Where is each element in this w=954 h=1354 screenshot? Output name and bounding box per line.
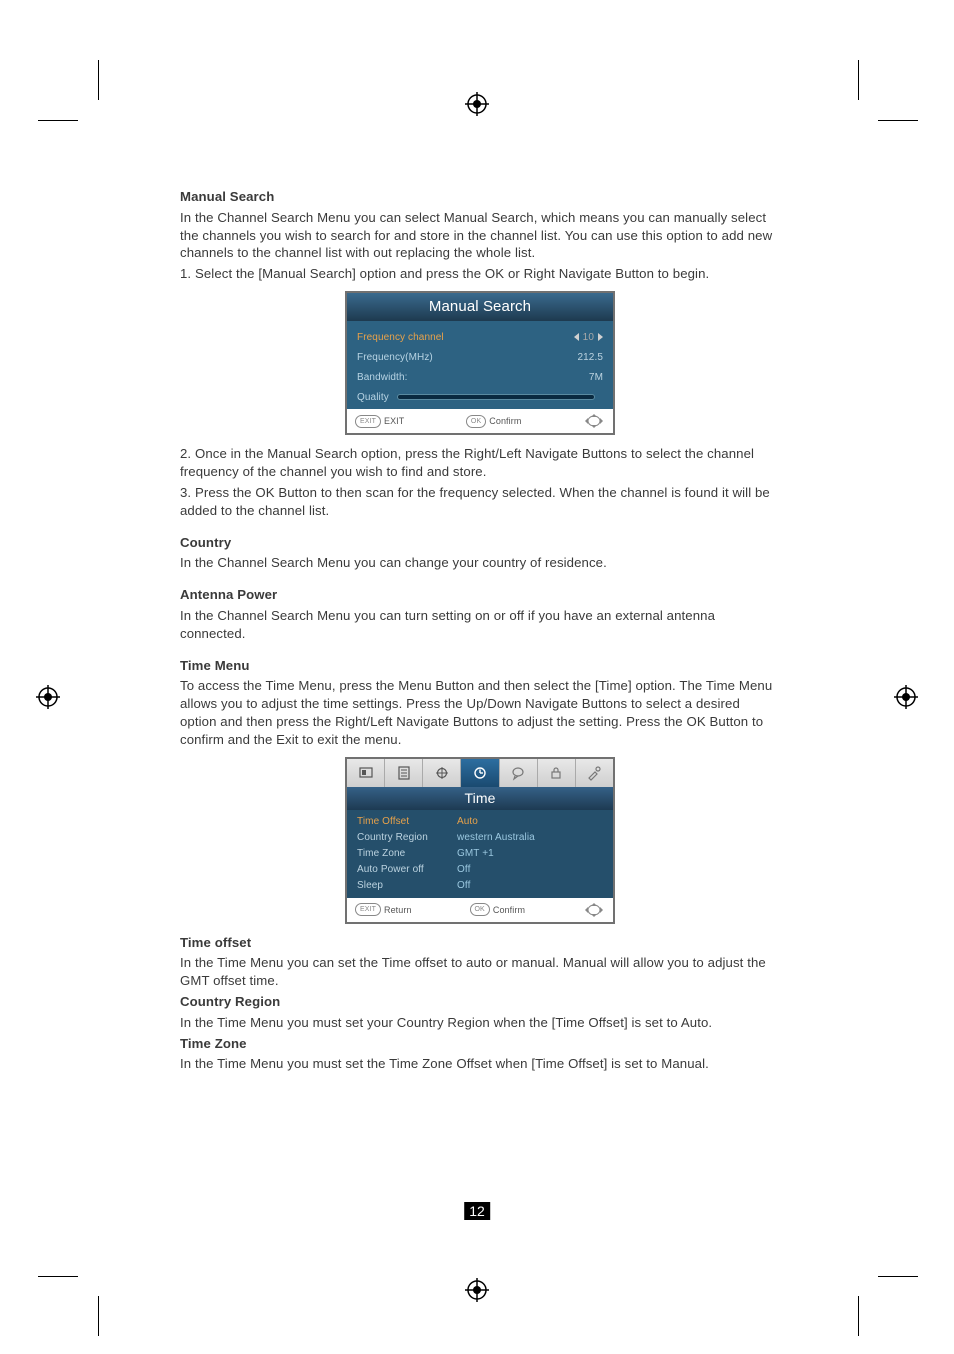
- osd-row-quality: Quality: [357, 387, 603, 407]
- heading-antenna-power: Antenna Power: [180, 586, 780, 604]
- osd-return-hint: EXIT Return: [355, 903, 412, 916]
- dpad-icon: [583, 902, 605, 918]
- paragraph: 3. Press the OK Button to then scan for …: [180, 484, 780, 520]
- heading-time-zone: Time Zone: [180, 1035, 780, 1053]
- exit-button-icon: EXIT: [355, 415, 381, 428]
- tab-setup: [576, 759, 613, 787]
- osd-label: Time Zone: [357, 847, 457, 861]
- paragraph: To access the Time Menu, press the Menu …: [180, 677, 780, 748]
- registration-mark-icon: [36, 685, 60, 709]
- tab-language: [500, 759, 538, 787]
- crop-mark: [98, 60, 99, 100]
- osd-confirm-hint: OK Confirm: [466, 415, 522, 428]
- triangle-right-icon: [598, 333, 603, 341]
- osd-row-time-offset: Time Offset Auto: [357, 814, 603, 830]
- osd-body: Frequency channel 10 Frequency(MHz) 212.…: [347, 321, 613, 409]
- osd-row-auto-power-off: Auto Power off Off: [357, 862, 603, 878]
- osd-exit-hint: EXIT EXIT: [355, 415, 404, 428]
- tab-channel: [385, 759, 423, 787]
- osd-row-sleep: Sleep Off: [357, 878, 603, 894]
- registration-mark-icon: [465, 92, 489, 116]
- registration-mark-icon: [465, 1278, 489, 1302]
- osd-label: Bandwidth:: [357, 371, 407, 385]
- tab-picture: [347, 759, 385, 787]
- page: Manual Search In the Channel Search Menu…: [0, 0, 954, 1354]
- heading-country-region: Country Region: [180, 993, 780, 1011]
- osd-value: 10: [583, 331, 594, 345]
- paragraph: In the Channel Search Menu you can chang…: [180, 554, 780, 572]
- osd-label: Time Offset: [357, 815, 457, 829]
- osd-footer-label: Confirm: [489, 415, 521, 427]
- page-number-badge: 12: [464, 1202, 490, 1220]
- osd-row-frequency-channel: Frequency channel 10: [357, 327, 603, 347]
- osd-label: Sleep: [357, 879, 457, 893]
- osd-row-country-region: Country Region western Australia: [357, 830, 603, 846]
- heading-country: Country: [180, 534, 780, 552]
- registration-mark-icon: [894, 685, 918, 709]
- osd-value: 212.5: [577, 351, 603, 365]
- document-body: Manual Search In the Channel Search Menu…: [180, 188, 780, 1076]
- crop-mark: [878, 1276, 918, 1277]
- paragraph: In the Time Menu you must set your Count…: [180, 1014, 780, 1032]
- osd-value: western Australia: [457, 831, 535, 845]
- osd-label: Frequency(MHz): [357, 351, 433, 365]
- ok-button-icon: OK: [466, 415, 486, 428]
- osd-value-stepper: 10: [574, 331, 603, 345]
- osd-row-bandwidth: Bandwidth: 7M: [357, 367, 603, 387]
- osd-label: Country Region: [357, 831, 457, 845]
- ok-button-icon: OK: [470, 903, 490, 916]
- tab-search: [423, 759, 461, 787]
- osd-label: Frequency channel: [357, 331, 444, 345]
- paragraph: In the Channel Search Menu you can turn …: [180, 607, 780, 643]
- dpad-icon: [583, 413, 605, 429]
- crop-mark: [878, 120, 918, 121]
- osd-value: GMT +1: [457, 847, 494, 861]
- osd-footer-label: Return: [384, 904, 412, 916]
- osd-footer-label: Confirm: [493, 904, 525, 916]
- osd-confirm-hint: OK Confirm: [470, 903, 526, 916]
- paragraph: In the Time Menu you must set the Time Z…: [180, 1055, 780, 1073]
- crop-mark: [858, 60, 859, 100]
- osd-value: Off: [457, 879, 470, 893]
- osd-footer: EXIT Return OK Confirm: [347, 898, 613, 922]
- osd-value: 7M: [589, 371, 603, 385]
- osd-title: Time: [347, 787, 613, 810]
- osd-label: Quality: [357, 391, 389, 405]
- osd-footer: EXIT EXIT OK Confirm: [347, 409, 613, 433]
- paragraph: In the Time Menu you can set the Time of…: [180, 954, 780, 990]
- crop-mark: [38, 120, 78, 121]
- osd-title: Manual Search: [347, 293, 613, 321]
- osd-value: Auto: [457, 815, 478, 829]
- exit-button-icon: EXIT: [355, 903, 381, 916]
- osd-body: Time Offset Auto Country Region western …: [347, 810, 613, 898]
- osd-footer-label: EXIT: [384, 415, 404, 427]
- tab-time: [461, 759, 499, 787]
- heading-time-offset: Time offset: [180, 934, 780, 952]
- crop-mark: [38, 1276, 78, 1277]
- triangle-left-icon: [574, 333, 579, 341]
- osd-row-frequency-mhz: Frequency(MHz) 212.5: [357, 347, 603, 367]
- crop-mark: [98, 1296, 99, 1336]
- osd-value: Off: [457, 863, 470, 877]
- figure-time-menu: Time Time Offset Auto Country Region wes…: [345, 757, 615, 924]
- osd-tabbar: [347, 759, 613, 787]
- quality-bar: [397, 394, 595, 400]
- crop-mark: [858, 1296, 859, 1336]
- paragraph: 1. Select the [Manual Search] option and…: [180, 265, 780, 283]
- osd-row-time-zone: Time Zone GMT +1: [357, 846, 603, 862]
- paragraph: In the Channel Search Menu you can selec…: [180, 209, 780, 262]
- tab-lock: [538, 759, 576, 787]
- heading-time-menu: Time Menu: [180, 657, 780, 675]
- heading-manual-search: Manual Search: [180, 188, 780, 206]
- osd-label: Auto Power off: [357, 863, 457, 877]
- figure-manual-search: Manual Search Frequency channel 10 Frequ…: [345, 291, 615, 435]
- paragraph: 2. Once in the Manual Search option, pre…: [180, 445, 780, 481]
